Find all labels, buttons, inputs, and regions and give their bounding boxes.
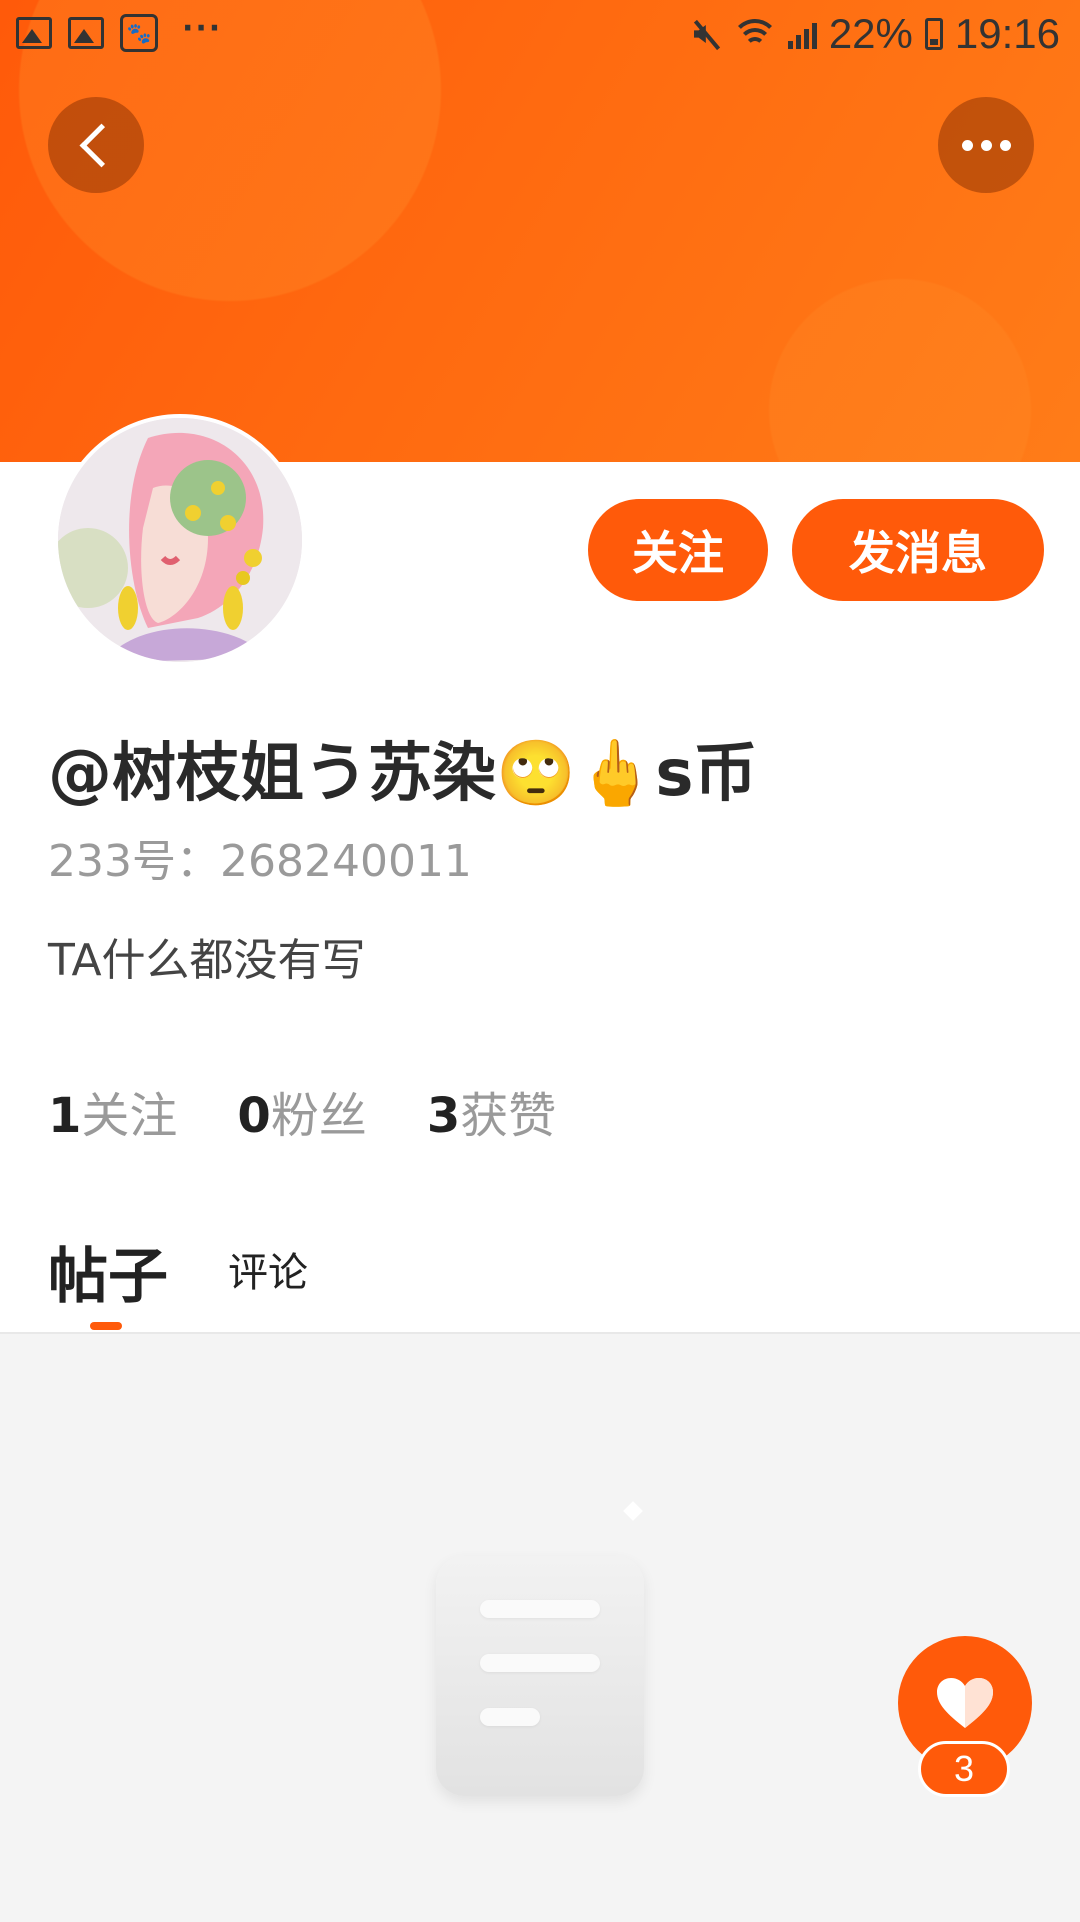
more-notifications-icon: ···: [182, 10, 223, 46]
baidu-paw-icon: 🐾: [120, 14, 158, 52]
status-bar-notifications: 🐾 ···: [16, 10, 223, 52]
follow-button[interactable]: 关注: [588, 499, 768, 601]
wifi-icon: [733, 17, 776, 51]
battery-icon: [924, 18, 943, 50]
clock: 19:16: [954, 10, 1060, 57]
posts-content-area: [0, 1332, 1080, 1922]
stat-following-label: 关注: [81, 1088, 178, 1144]
more-dots-icon: [961, 139, 1011, 151]
gallery-icon: [68, 17, 104, 49]
more-options-button[interactable]: [938, 97, 1034, 193]
doc-line: [480, 1600, 600, 1618]
profile-header-banner: 🐾 ··· 22% 19:16: [0, 0, 1080, 462]
heart-icon: [937, 1678, 993, 1728]
stat-followers-count: 0: [237, 1088, 271, 1144]
battery-percent: 22%: [828, 10, 913, 57]
stat-likes-label: 获赞: [460, 1088, 557, 1144]
username: @树枝姐う苏染🙄🖕s币: [48, 737, 758, 811]
send-message-button[interactable]: 发消息: [792, 499, 1044, 601]
stat-likes[interactable]: 3获赞: [427, 1076, 556, 1146]
stat-likes-count: 3: [426, 1088, 461, 1144]
empty-document-icon: [436, 1556, 644, 1796]
mute-icon: [692, 19, 722, 49]
doc-line: [480, 1708, 540, 1726]
chevron-left-icon: [79, 123, 123, 167]
status-bar: 🐾 ··· 22% 19:16: [0, 0, 1080, 70]
bio: TA什么都没有写: [48, 935, 366, 986]
user-id: 233号：268240011: [48, 836, 472, 887]
back-button[interactable]: [48, 97, 144, 193]
tab-comments[interactable]: 评论: [228, 1240, 308, 1298]
doc-line: [480, 1654, 600, 1672]
tab-posts[interactable]: 帖子: [48, 1228, 168, 1315]
avatar-illustration: [58, 418, 302, 662]
gallery-icon: [16, 17, 52, 49]
stat-followers-label: 粉丝: [270, 1088, 367, 1144]
stat-following[interactable]: 1关注: [48, 1076, 177, 1146]
signal-icon: [787, 19, 817, 49]
profile-stats: 1关注 0粉丝 3获赞: [48, 1076, 556, 1146]
stat-following-count: 1: [48, 1088, 82, 1144]
stat-followers[interactable]: 0粉丝: [237, 1076, 366, 1146]
status-bar-system: 22% 19:16: [692, 10, 1060, 58]
sparkle-icon: [623, 1501, 643, 1521]
avatar[interactable]: [54, 414, 306, 666]
like-count-badge: 3: [918, 1741, 1010, 1797]
tab-active-indicator: [90, 1322, 122, 1330]
